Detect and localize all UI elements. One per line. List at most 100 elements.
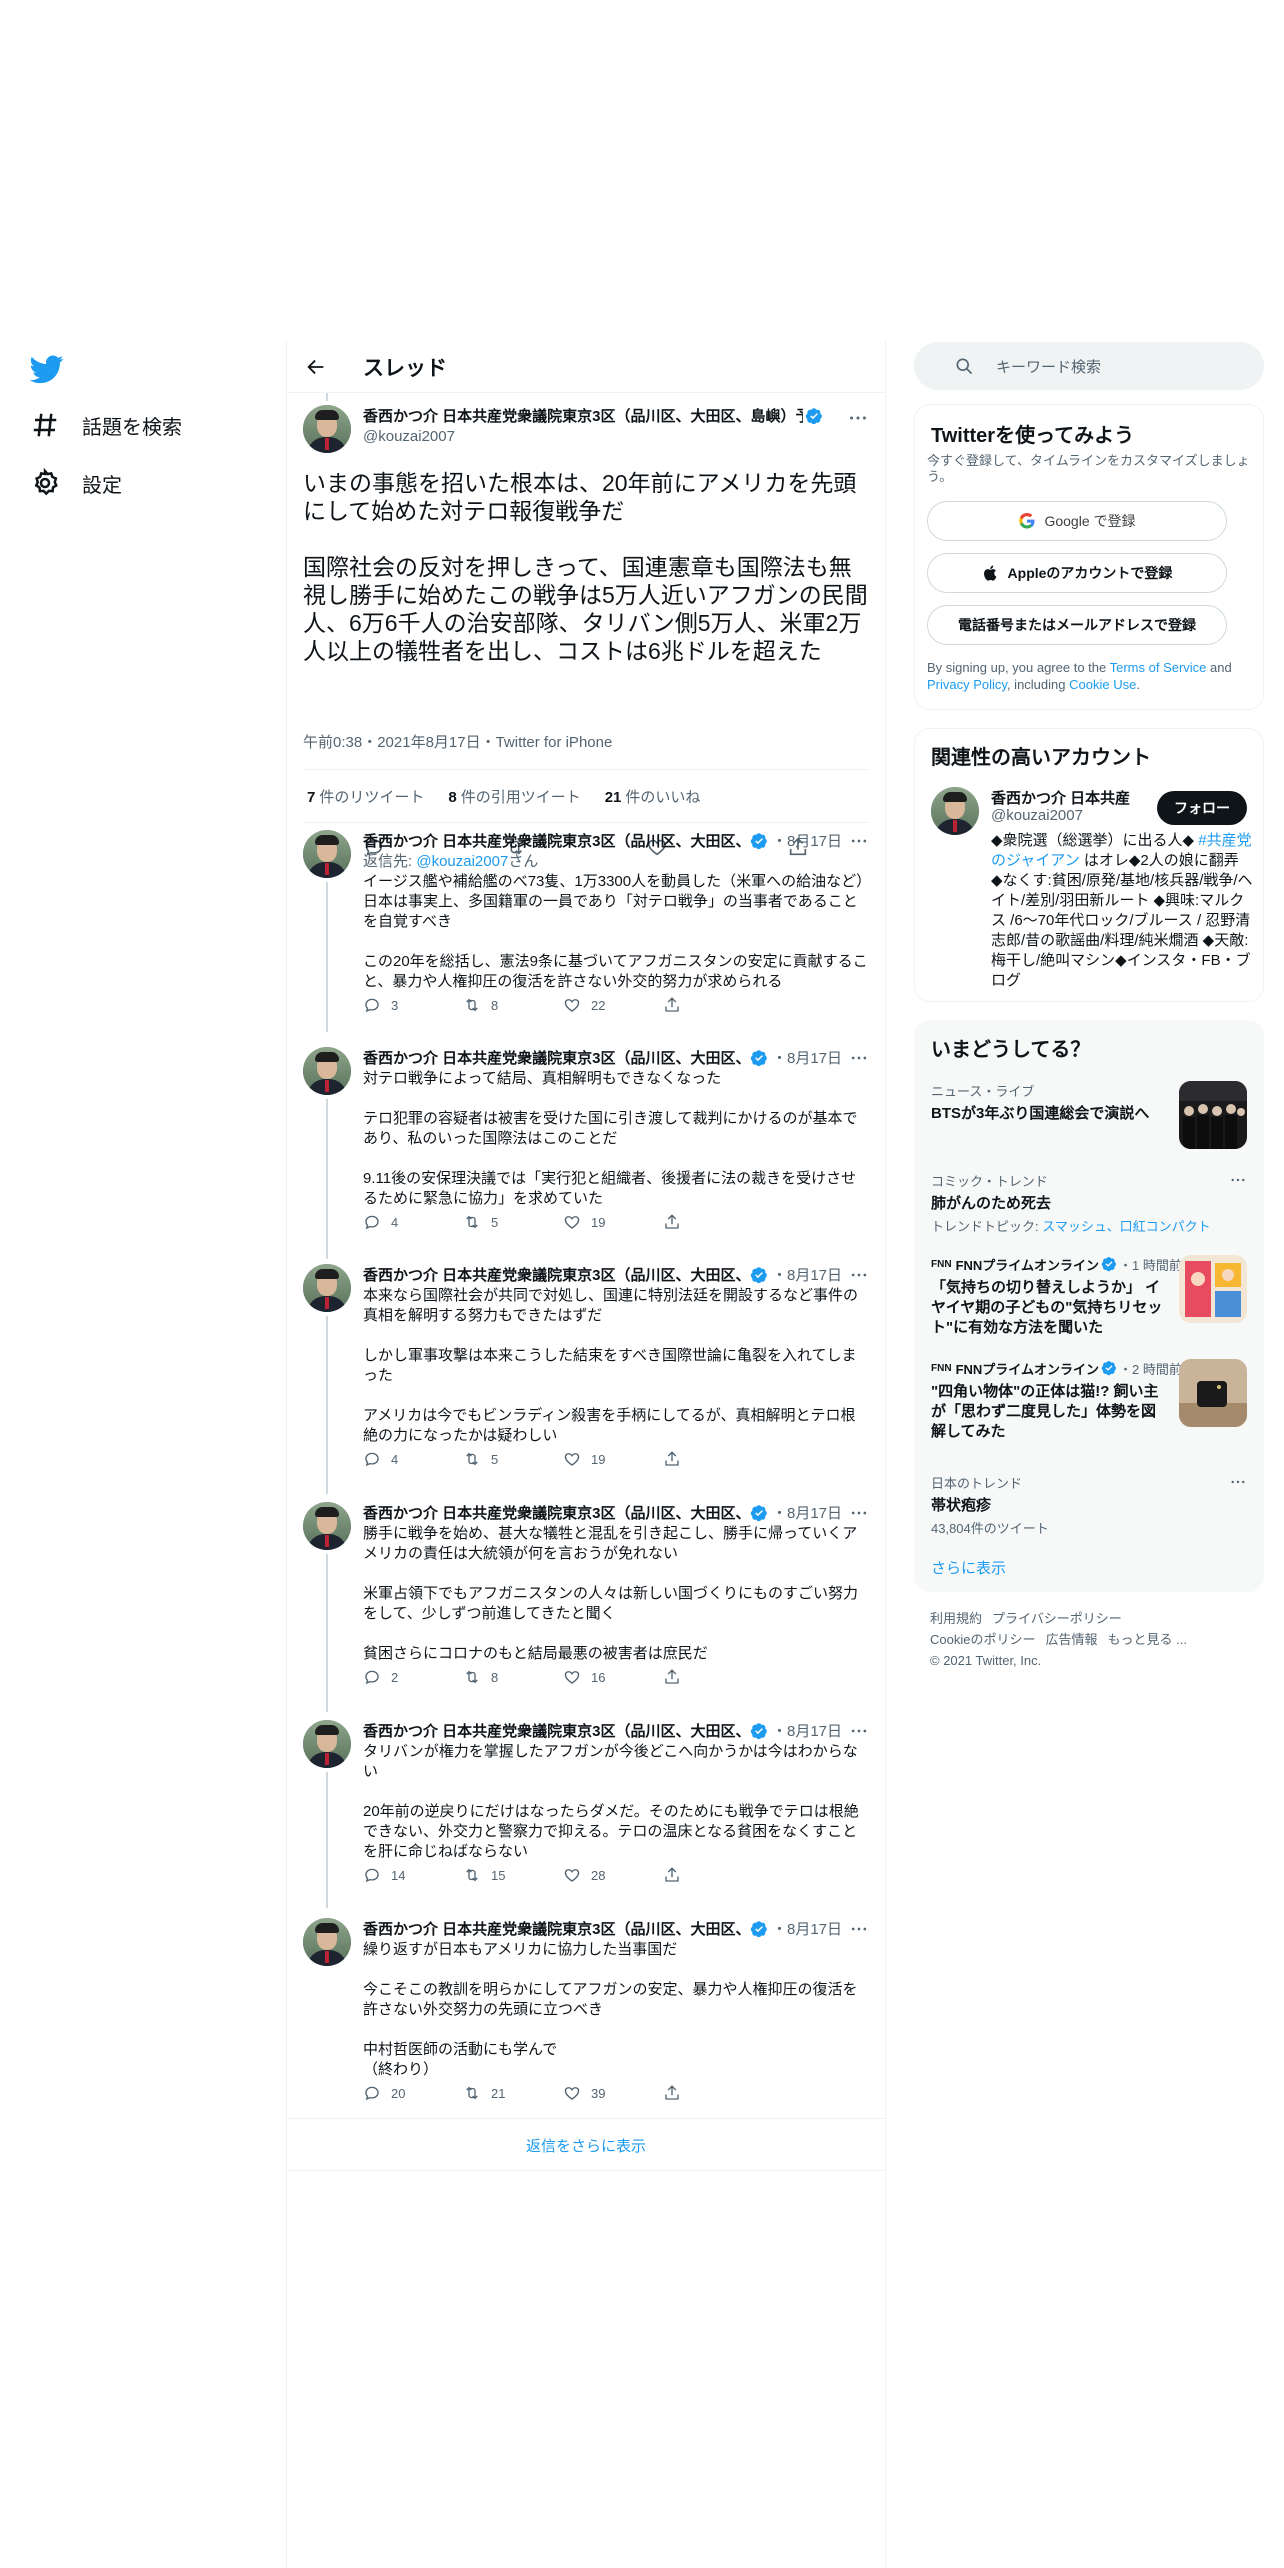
- author-name[interactable]: 香西かつ介 日本共産党衆議院東京3区（品川区、大田区、: [363, 1502, 748, 1523]
- tweet-date[interactable]: ・8月17日: [772, 1502, 842, 1523]
- related-account-name[interactable]: 香西かつ介 日本共産: [991, 787, 1151, 808]
- more-options-icon[interactable]: [847, 407, 869, 429]
- retweet-button[interactable]: 5: [463, 1213, 563, 1231]
- reply-button[interactable]: 4: [363, 1450, 463, 1468]
- trend-item[interactable]: 日本のトレンド 帯状疱疹 43,804件のツイート: [931, 1473, 1247, 1543]
- retweet-button[interactable]: 21: [463, 2084, 563, 2102]
- like-button[interactable]: 39: [563, 2084, 663, 2102]
- google-signup-button[interactable]: Google で登録: [927, 501, 1227, 541]
- trend-item[interactable]: コミック・トレンド 肺がんのため死去 トレンドトピック: スマッシュ、口紅コンパ…: [931, 1171, 1247, 1241]
- footer-more-link[interactable]: もっと見る ...: [1107, 1632, 1186, 1647]
- tweet-date[interactable]: ・8月17日: [772, 1047, 842, 1068]
- follow-button[interactable]: フォロー: [1157, 791, 1247, 825]
- trend-topic-links[interactable]: スマッシュ、口紅コンパクト: [1042, 1219, 1210, 1234]
- tweet-meta[interactable]: 午前0:38・2021年8月17日・Twitter for iPhone: [303, 731, 612, 752]
- back-arrow-icon[interactable]: [305, 356, 327, 378]
- share-button[interactable]: [663, 1213, 763, 1231]
- signup-title: Twitterを使ってみよう: [931, 425, 1135, 447]
- like-button[interactable]: 22: [563, 996, 663, 1014]
- retweets-stat[interactable]: 7 件のリツイート: [307, 786, 424, 807]
- search-input[interactable]: キーワード検索: [914, 342, 1264, 390]
- avatar[interactable]: [303, 405, 351, 453]
- author-name[interactable]: 香西かつ介 日本共産党衆議院東京3区（品川区、大田区、: [363, 1264, 748, 1285]
- tweet-text: 本来なら国際社会が共同で対処し、国連に特別法廷を開設するなど事件の真相を解明する…: [363, 1287, 859, 1444]
- footer-privacy-link[interactable]: プライバシーポリシー: [992, 1611, 1122, 1626]
- author-name[interactable]: 香西かつ介 日本共産党衆議院東京3区（品川区、大田区、: [363, 1720, 748, 1741]
- reply-button[interactable]: 14: [363, 1866, 463, 1884]
- related-account-handle: @kouzai2007: [991, 807, 1083, 824]
- tweet-date[interactable]: ・8月17日: [772, 1264, 842, 1285]
- footer-terms-link[interactable]: 利用規約: [930, 1611, 982, 1626]
- more-options-icon[interactable]: [849, 1721, 869, 1741]
- avatar[interactable]: [303, 1264, 351, 1312]
- reply-count: 2: [391, 1669, 399, 1685]
- retweet-button[interactable]: 15: [463, 1866, 563, 1884]
- nav-explore[interactable]: 話題を検索: [30, 410, 182, 440]
- footer-cookie-link[interactable]: Cookieのポリシー: [930, 1632, 1035, 1647]
- trends-show-more-link[interactable]: さらに表示: [931, 1557, 1006, 1578]
- avatar[interactable]: [303, 1720, 351, 1768]
- twitter-logo-icon[interactable]: [30, 352, 64, 386]
- cookie-link[interactable]: Cookie Use: [1069, 677, 1136, 692]
- reply-tweet[interactable]: 香西かつ介 日本共産党衆議院東京3区（品川区、大田区、 ・8月17日 繰り返すが…: [287, 1906, 885, 2116]
- like-button[interactable]: 19: [563, 1213, 663, 1231]
- more-options-icon[interactable]: [849, 1503, 869, 1523]
- news-item[interactable]: FNN FNNプライムオンライン ・1 時間前 「気持ちの切り替えしようか」 イヤイ…: [931, 1255, 1247, 1345]
- likes-stat[interactable]: 21 件のいいね: [605, 786, 701, 807]
- share-button[interactable]: [663, 2084, 763, 2102]
- privacy-link[interactable]: Privacy Policy: [927, 677, 1007, 692]
- share-button[interactable]: [663, 1450, 763, 1468]
- reply-tweet[interactable]: 香西かつ介 日本共産党衆議院東京3区（品川区、大田区、 ・8月17日 返信先: …: [287, 818, 885, 1032]
- tweet-date[interactable]: ・8月17日: [772, 1720, 842, 1741]
- reply-button[interactable]: 20: [363, 2084, 463, 2102]
- author-name[interactable]: 香西かつ介 日本共産党衆議院東京3区（品川区、大田区、: [363, 1047, 748, 1068]
- tweet-date[interactable]: ・8月17日: [772, 830, 842, 851]
- terms-link[interactable]: Terms of Service: [1110, 660, 1207, 675]
- reply-button[interactable]: 4: [363, 1213, 463, 1231]
- tweet-date[interactable]: ・8月17日: [772, 1918, 842, 1939]
- nav-settings[interactable]: 設定: [30, 468, 122, 498]
- reply-tweet[interactable]: 香西かつ介 日本共産党衆議院東京3区（品川区、大田区、 ・8月17日 対テロ戦争…: [287, 1035, 885, 1259]
- retweet-button[interactable]: 8: [463, 1668, 563, 1686]
- more-options-icon[interactable]: [849, 1048, 869, 1068]
- tweet-text: イージス艦や補給艦のべ73隻、1万3300人を動員した（米軍への給油など）日本は…: [363, 873, 868, 990]
- reply-button[interactable]: 2: [363, 1668, 463, 1686]
- avatar[interactable]: [303, 1047, 351, 1095]
- news-item[interactable]: FNN FNNプライムオンライン ・2 時間前 "四角い物体"の正体は猫!? 飼い主…: [931, 1359, 1247, 1449]
- like-button[interactable]: 28: [563, 1866, 663, 1884]
- more-options-icon[interactable]: [849, 1265, 869, 1285]
- share-button[interactable]: [663, 996, 763, 1014]
- show-more-replies-link[interactable]: 返信をさらに表示: [287, 2120, 885, 2171]
- avatar[interactable]: [303, 830, 351, 878]
- tweet-actions: 14 15 28: [363, 1866, 783, 1884]
- phone-email-signup-button[interactable]: 電話番号またはメールアドレスで登録: [927, 605, 1227, 645]
- avatar[interactable]: [931, 787, 979, 835]
- like-button[interactable]: 19: [563, 1450, 663, 1468]
- quotes-stat[interactable]: 8 件の引用ツイート: [448, 786, 580, 807]
- reply-tweet[interactable]: 香西かつ介 日本共産党衆議院東京3区（品川区、大田区、 ・8月17日 本来なら国…: [287, 1252, 885, 1494]
- avatar[interactable]: [303, 1918, 351, 1966]
- avatar[interactable]: [303, 1502, 351, 1550]
- apple-signup-label: Appleのアカウントで登録: [1007, 565, 1173, 581]
- verified-badge-icon: [750, 1049, 768, 1067]
- apple-signup-button[interactable]: Appleのアカウントで登録: [927, 553, 1227, 593]
- retweet-button[interactable]: 5: [463, 1450, 563, 1468]
- retweet-count: 8: [491, 1669, 499, 1685]
- share-button[interactable]: [663, 1668, 763, 1686]
- reply-tweet[interactable]: 香西かつ介 日本共産党衆議院東京3区（品川区、大田区、 ・8月17日 勝手に戦争…: [287, 1490, 885, 1712]
- more-options-icon[interactable]: [849, 831, 869, 851]
- more-options-icon[interactable]: [849, 1919, 869, 1939]
- footer-ads-link[interactable]: 広告情報: [1045, 1632, 1097, 1647]
- author-name[interactable]: 香西かつ介 日本共産党衆議院東京3区（品川区、大田区、: [363, 1918, 748, 1939]
- reply-tweet[interactable]: 香西かつ介 日本共産党衆議院東京3区（品川区、大田区、 ・8月17日 タリバンが…: [287, 1708, 885, 1908]
- more-options-icon[interactable]: [1229, 1473, 1247, 1491]
- trend-item[interactable]: ニュース・ライブ BTSが3年ぶり国連総会で演説へ: [931, 1081, 1247, 1151]
- share-button[interactable]: [663, 1866, 763, 1884]
- reply-to-link[interactable]: @kouzai2007: [416, 853, 508, 870]
- main-tweet-author[interactable]: 香西かつ介 日本共産党衆議院東京3区（品川区、大田区、島嶼）予 @kouzai2…: [303, 405, 833, 453]
- more-options-icon[interactable]: [1229, 1171, 1247, 1189]
- author-name[interactable]: 香西かつ介 日本共産党衆議院東京3区（品川区、大田区、: [363, 830, 748, 851]
- retweet-button[interactable]: 8: [463, 996, 563, 1014]
- like-button[interactable]: 16: [563, 1668, 663, 1686]
- reply-button[interactable]: 3: [363, 996, 463, 1014]
